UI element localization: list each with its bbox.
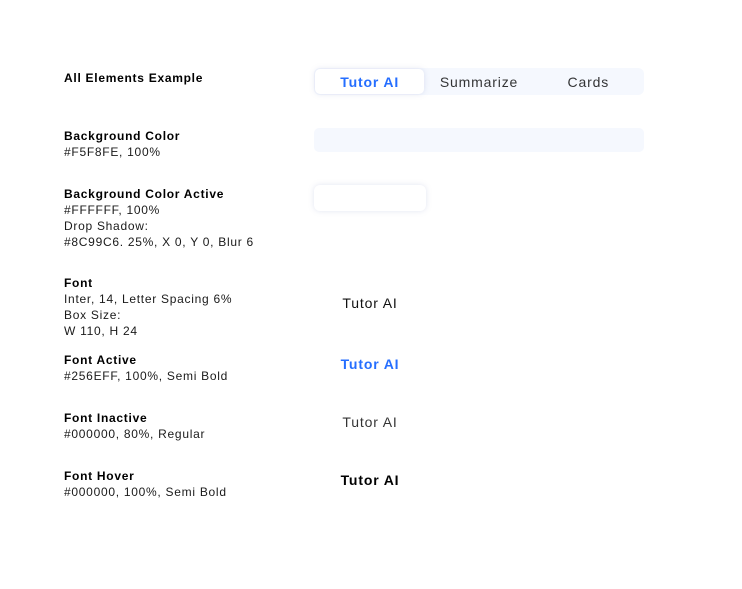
font-inactive-title: Font Inactive <box>64 411 148 425</box>
font-hover-sample: Tutor AI <box>340 472 400 488</box>
background-color-active-title: Background Color Active <box>64 187 225 201</box>
font-active-title: Font Active <box>64 353 137 367</box>
box-size-label: Box Size: <box>64 308 122 322</box>
drop-shadow-value: #8C99C6. 25%, X 0, Y 0, Blur 6 <box>64 235 254 249</box>
font-hover-spec: Font Hover #000000, 100%, Semi Bold <box>64 468 227 500</box>
background-color-value: #F5F8FE, 100% <box>64 145 161 159</box>
font-spec: Font Inter, 14, Letter Spacing 6% Box Si… <box>64 275 232 339</box>
tab-bar: Tutor AI Summarize Cards <box>314 68 644 95</box>
background-color-active-swatch <box>314 185 426 211</box>
font-sample: Tutor AI <box>342 295 398 311</box>
background-color-spec: Background Color #F5F8FE, 100% <box>64 128 180 160</box>
font-active-sample: Tutor AI <box>340 356 400 372</box>
font-active-spec: Font Active #256EFF, 100%, Semi Bold <box>64 352 228 384</box>
font-hover-value: #000000, 100%, Semi Bold <box>64 485 227 499</box>
background-color-active-spec: Background Color Active #FFFFFF, 100% Dr… <box>64 186 254 250</box>
font-hover-title: Font Hover <box>64 469 135 483</box>
background-color-active-value: #FFFFFF, 100% <box>64 203 161 217</box>
font-inactive-value: #000000, 80%, Regular <box>64 427 206 441</box>
box-size-value: W 110, H 24 <box>64 324 138 338</box>
tab-cards[interactable]: Cards <box>534 69 643 94</box>
font-active-value: #256EFF, 100%, Semi Bold <box>64 369 229 383</box>
example-label: All Elements Example <box>64 70 203 86</box>
font-value: Inter, 14, Letter Spacing 6% <box>64 292 233 306</box>
example-title: All Elements Example <box>64 71 204 85</box>
font-title: Font <box>64 276 93 290</box>
font-inactive-spec: Font Inactive #000000, 80%, Regular <box>64 410 205 442</box>
background-color-swatch <box>314 128 644 152</box>
tab-tutor-ai[interactable]: Tutor AI <box>315 69 425 94</box>
background-color-title: Background Color <box>64 129 181 143</box>
drop-shadow-label: Drop Shadow: <box>64 219 149 233</box>
font-inactive-sample: Tutor AI <box>342 414 398 430</box>
tab-summarize[interactable]: Summarize <box>424 69 533 94</box>
